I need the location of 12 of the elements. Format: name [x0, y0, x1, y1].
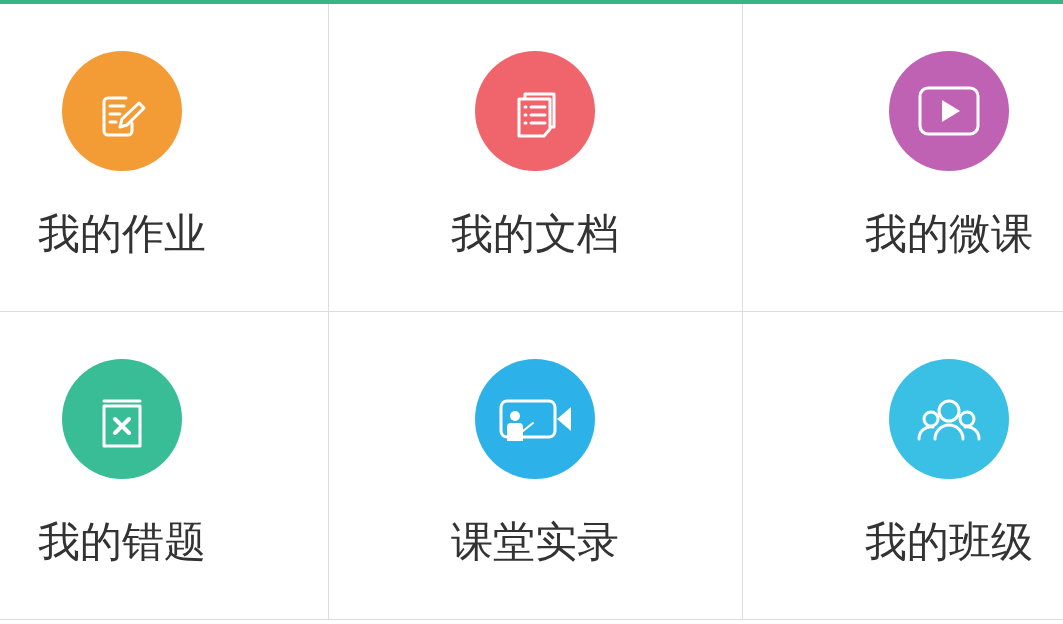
grid-cell[interactable]: 我的错题: [0, 312, 328, 620]
cell-label: 我的错题: [38, 517, 206, 567]
grid-cell[interactable]: 我的作业: [0, 4, 328, 312]
cell-label: 我的作业: [38, 209, 206, 259]
grid-cell[interactable]: 我的文档: [328, 4, 742, 312]
grid-cell[interactable]: 我的班级: [742, 312, 1063, 620]
cell-label: 我的微课: [865, 209, 1033, 259]
cell-label: 课堂实录: [451, 517, 619, 567]
cell-label: 我的文档: [451, 209, 619, 259]
cell-label: 我的班级: [865, 517, 1033, 567]
grid-cell[interactable]: 我的微课: [742, 4, 1063, 312]
grid-cell[interactable]: 课堂实录: [328, 312, 742, 620]
